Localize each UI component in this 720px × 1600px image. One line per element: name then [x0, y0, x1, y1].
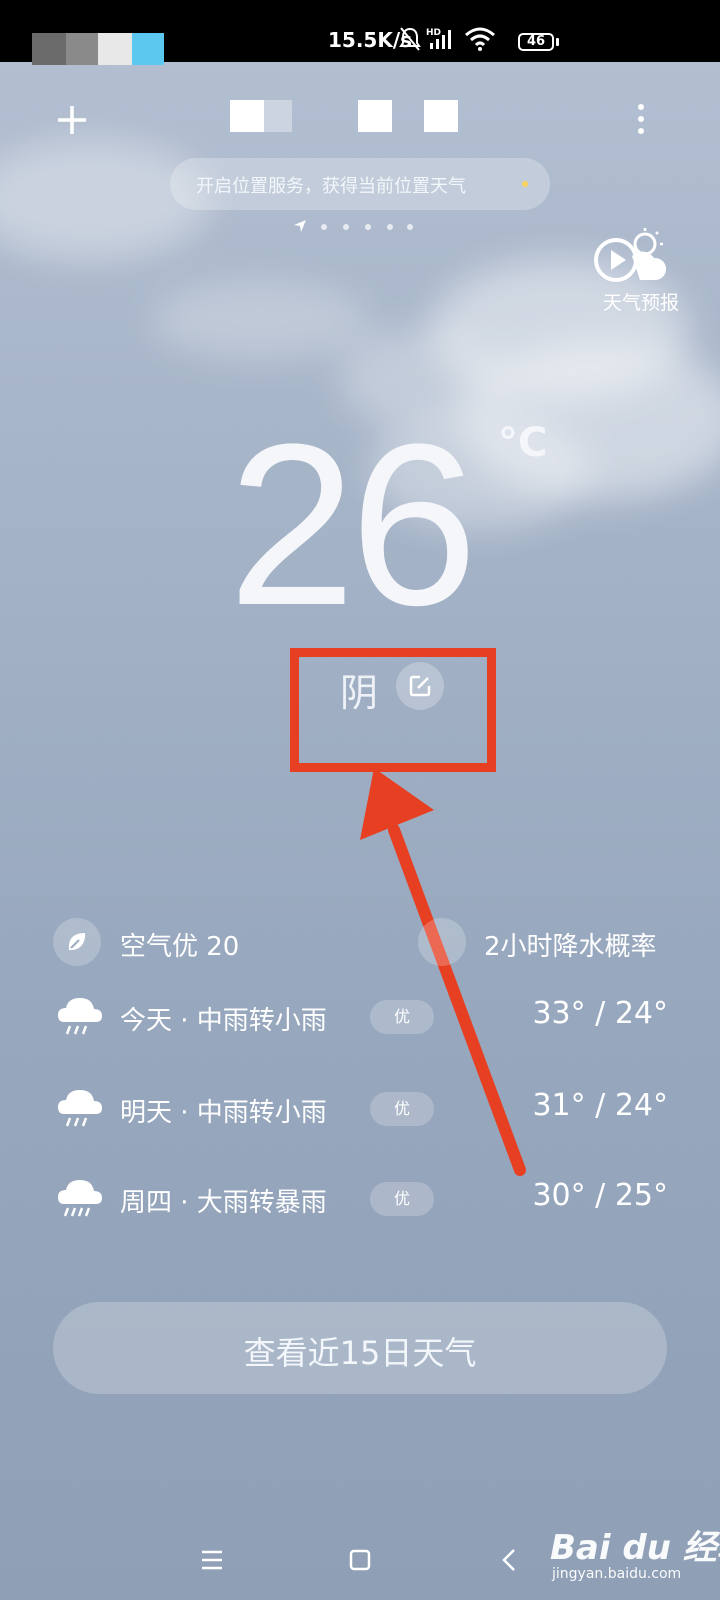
city-name-redacted	[230, 100, 264, 132]
more-menu-button[interactable]	[636, 102, 648, 138]
battery-tip	[556, 38, 559, 46]
forecast-day-label: 周四 · 大雨转暴雨	[120, 1188, 327, 1218]
page-dot	[343, 224, 349, 230]
forecast-temp-range: 30° / 25°	[532, 1178, 668, 1213]
forecast-temp-range: 31° / 24°	[532, 1088, 668, 1123]
add-city-button[interactable]	[52, 100, 92, 140]
status-bar-app-icons	[32, 33, 164, 65]
hd-signal-icon: HD	[426, 28, 451, 49]
location-banner-text: 开启位置服务，获得当前位置天气	[196, 176, 466, 197]
weather-forecast-video-button[interactable]: 天气预报	[594, 228, 686, 318]
aqi-badge: 优	[370, 1092, 434, 1126]
city-page-indicator	[294, 220, 430, 234]
location-arrow-icon	[294, 220, 306, 232]
rain-probability-text[interactable]: 2小时降水概率	[484, 926, 657, 963]
page-dot	[407, 224, 413, 230]
forecast-day-label: 明天 · 中雨转小雨	[120, 1098, 327, 1128]
wifi-icon	[465, 27, 495, 51]
forecast-row-thursday[interactable]: 周四 · 大雨转暴雨 优 30° / 25°	[0, 1170, 720, 1230]
view-15-day-forecast-button[interactable]: 查看近15日天气	[53, 1302, 667, 1394]
back-icon[interactable]	[490, 1540, 530, 1580]
rain-probability-badge[interactable]	[418, 918, 466, 966]
forecast-row-tomorrow[interactable]: 明天 · 中雨转小雨 优 31° / 24°	[0, 1080, 720, 1140]
status-bar: 15.5K/s HD 46	[0, 0, 720, 65]
city-name-redacted	[264, 100, 292, 132]
cta-label: 查看近15日天气	[243, 1334, 477, 1372]
watermark-logo: Bai du 经验	[550, 1528, 720, 1568]
notification-dot	[522, 181, 528, 187]
rain-cloud-icon	[58, 1090, 102, 1127]
air-quality-badge[interactable]	[53, 918, 101, 966]
current-temperature: 26	[228, 396, 478, 653]
leaf-icon	[68, 933, 86, 951]
battery-icon: 46	[518, 33, 554, 51]
home-icon[interactable]	[340, 1540, 380, 1580]
forecast-day-label: 今天 · 中雨转小雨	[120, 1006, 327, 1036]
play-cloud-icon	[594, 228, 667, 282]
page-dot	[321, 224, 327, 230]
aqi-badge: 优	[370, 1000, 434, 1034]
page-dot	[387, 224, 393, 230]
menu-icon[interactable]	[192, 1540, 232, 1580]
air-quality-text[interactable]: 空气优 20	[120, 926, 239, 963]
annotation-highlight-box	[290, 648, 496, 772]
city-name-redacted	[424, 100, 458, 132]
watermark-url: jingyan.baidu.com	[552, 1566, 682, 1582]
location-service-banner[interactable]: 开启位置服务，获得当前位置天气	[170, 158, 550, 210]
heavy-rain-cloud-icon	[58, 1180, 102, 1217]
svg-text:HD: HD	[426, 28, 441, 38]
baidu-jingyan-watermark: Bai du 经验 jingyan.baidu.com	[550, 1510, 720, 1590]
city-name-redacted	[358, 100, 392, 132]
forecast-row-today[interactable]: 今天 · 中雨转小雨 优 33° / 24°	[0, 988, 720, 1048]
page-dot	[365, 224, 371, 230]
forecast-video-label: 天气预报	[602, 292, 679, 314]
mute-bell-icon	[399, 27, 421, 51]
rain-cloud-icon	[58, 998, 102, 1035]
temperature-unit: °C	[498, 420, 548, 466]
forecast-temp-range: 33° / 24°	[532, 996, 668, 1031]
aqi-badge: 优	[370, 1182, 434, 1216]
